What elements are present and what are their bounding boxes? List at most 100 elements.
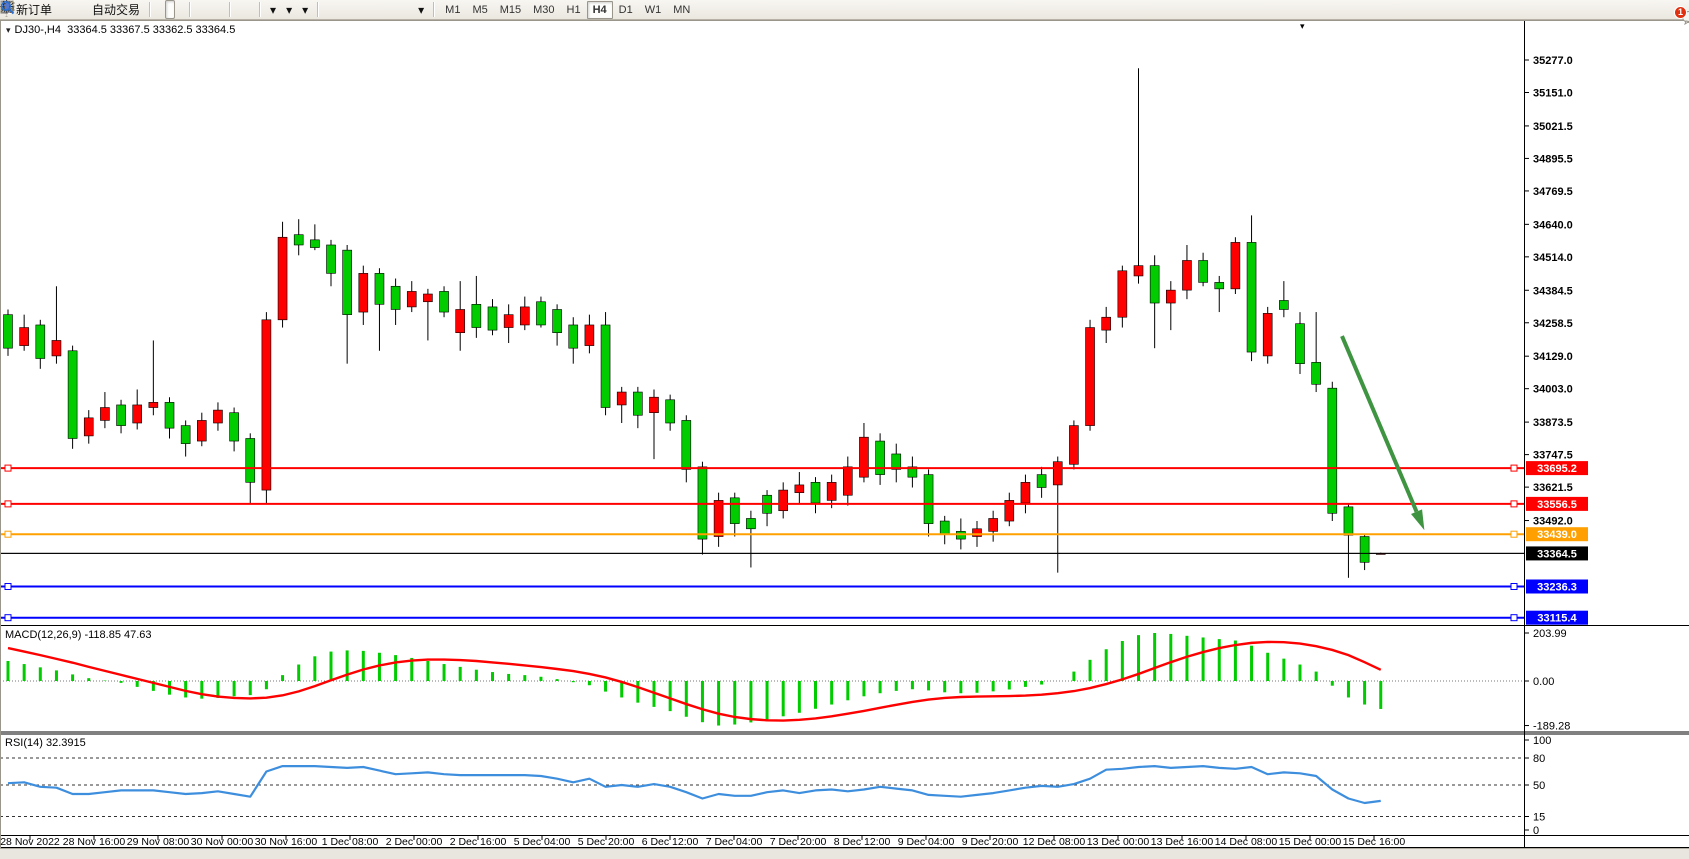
price-tick-label: 33621.5 [1533,482,1573,494]
templates-button[interactable]: ▾ [297,0,313,19]
time-tick-label: 9 Dec 20:00 [962,836,1019,848]
candle-body [1344,507,1353,535]
time-tick-label: 28 Nov 2022 [0,836,60,848]
level-line-handle[interactable] [5,501,11,507]
time-tick-label: 5 Dec 04:00 [514,836,571,848]
timeframe-button-m1[interactable]: M1 [439,1,466,19]
arrows-tool-button[interactable]: ▾ [413,0,429,19]
timeframe-button-h1[interactable]: H1 [561,1,587,19]
level-line-handle[interactable] [5,583,11,589]
time-tick-label: 12 Dec 08:00 [1023,836,1086,848]
horizontal-line-tool-button[interactable] [353,0,363,19]
time-tick-label: 2 Dec 00:00 [386,836,443,848]
timeframe-button-m5[interactable]: M5 [466,1,493,19]
toolbar-separator [189,2,191,17]
candle-body [940,521,949,534]
candle-body [956,531,965,539]
candle-body [456,309,465,332]
text-label-tool-button[interactable]: T [403,0,413,19]
candle-body [536,302,545,325]
price-tick-label: 34514.0 [1533,252,1573,264]
new-chart-button[interactable]: ▾ [265,0,281,19]
cursor-tool-button[interactable] [323,0,333,19]
candle-body [973,529,982,537]
bar-chart-button[interactable] [155,0,165,19]
candle-body [391,286,400,309]
macd-axis-label: 0.00 [1533,676,1554,688]
candle-body [666,400,675,423]
time-tick-label: 2 Dec 16:00 [450,836,507,848]
candle-body [472,304,481,327]
price-tick-label: 34003.0 [1533,384,1573,396]
candle-body [230,413,239,441]
time-tick-label: 14 Dec 08:00 [1215,836,1278,848]
equidistant-channel-tool-button[interactable]: E [373,0,383,19]
chart-shift-button[interactable] [245,0,255,19]
zoom-out-button[interactable] [205,0,215,19]
price-marker-label: 33439.0 [1537,529,1577,541]
trendline-tool-button[interactable] [363,0,373,19]
level-line-handle[interactable] [1511,501,1517,507]
rsi-axis-label: 0 [1533,825,1539,837]
level-line-handle[interactable] [1511,615,1517,621]
candle-body [1182,260,1191,290]
candle-body [1312,362,1321,384]
timeframe-button-m15[interactable]: M15 [494,1,527,19]
chart-collapse-icon[interactable]: ▾ [6,25,11,35]
candle-body [1069,426,1078,465]
time-tick-label: 7 Dec 20:00 [770,836,827,848]
toolbar-separator [433,2,435,17]
level-line-handle[interactable] [5,465,11,471]
market-watch-button[interactable] [67,0,77,19]
dropdown-caret: ▾ [286,4,292,16]
dropdown-caret: ▾ [302,4,308,16]
level-line-handle[interactable] [1511,531,1517,537]
timeframe-button-mn[interactable]: MN [667,1,696,19]
candle-body [1360,537,1369,563]
candlestick-chart-button[interactable] [165,0,175,19]
time-tick-label: 6 Dec 12:00 [642,836,699,848]
candle-body [1328,388,1337,513]
candle-body [246,438,255,482]
zoom-in-button[interactable] [195,0,205,19]
level-line-handle[interactable] [1511,583,1517,589]
timeframe-button-m30[interactable]: M30 [527,1,560,19]
autotrading-button[interactable]: 自动交易 [87,0,145,19]
fibonacci-tool-button[interactable]: F [383,0,393,19]
search-icon[interactable] [0,0,15,15]
candle-body [4,315,13,349]
period-button[interactable]: ▾ [281,0,297,19]
candle-body [601,325,610,408]
time-tick-label: 30 Nov 00:00 [191,836,254,848]
candle-body [989,518,998,531]
line-chart-button[interactable] [175,0,185,19]
toolbar-separator [149,2,151,17]
price-tick-label: 35151.0 [1533,88,1573,100]
macd-axis-label: 203.99 [1533,628,1567,640]
crosshair-tool-button[interactable] [333,0,343,19]
text-tool-button[interactable]: A [393,0,403,19]
timeframe-button-w1[interactable]: W1 [639,1,668,19]
time-tick-label: 1 Dec 08:00 [322,836,379,848]
time-tick-label: 28 Nov 16:00 [63,836,126,848]
one-click-dropdown-arrow[interactable]: ▾ [1300,21,1305,32]
candle-body [213,410,222,423]
vertical-line-tool-button[interactable] [343,0,353,19]
toolbar-separator [317,2,319,17]
alerts-button[interactable] [57,0,67,19]
signals-button[interactable] [77,0,87,19]
timeframe-button-d1[interactable]: D1 [613,1,639,19]
timeframe-button-h4[interactable]: H4 [587,1,613,19]
price-marker-label: 33556.5 [1537,499,1577,511]
candle-body [84,418,93,436]
auto-scroll-button[interactable] [235,0,245,19]
candle-body [440,291,449,312]
level-line-handle[interactable] [5,531,11,537]
timeframe-group: M1M5M15M30H1H4D1W1MN [439,0,696,19]
level-line-handle[interactable] [1511,465,1517,471]
new-order-button[interactable]: 新订单 [11,0,57,19]
chart-title-text: DJ30-,H4 33364.5 33367.5 33362.5 33364.5 [15,24,236,36]
level-line-handle[interactable] [5,615,11,621]
macd-axis-label: -189.28 [1533,721,1570,733]
tile-windows-button[interactable] [215,0,225,19]
